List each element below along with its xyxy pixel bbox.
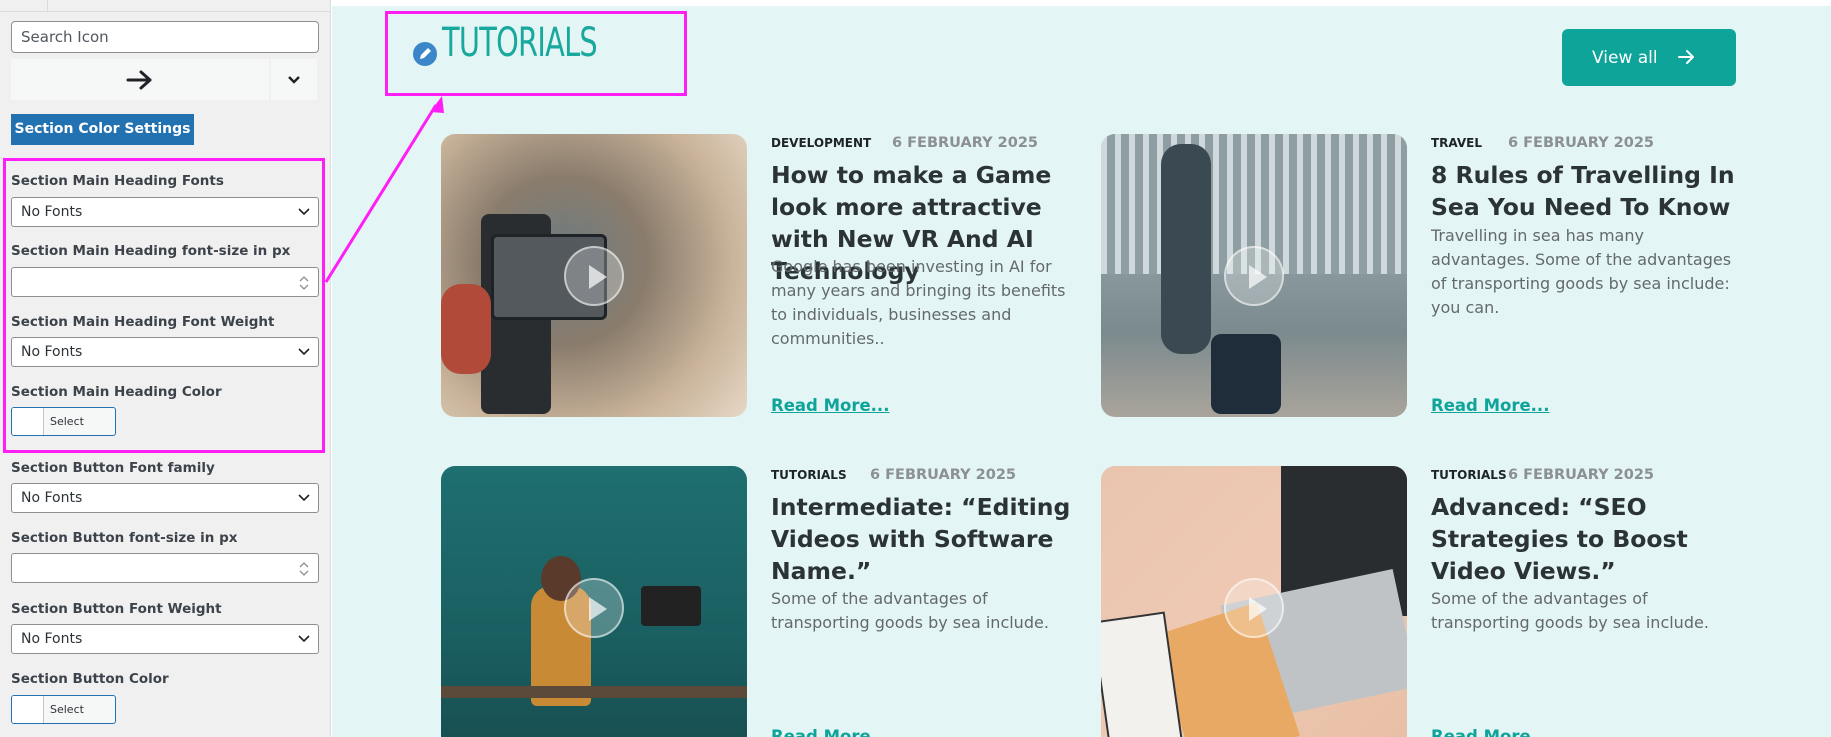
card-title[interactable]: Advanced: “SEO Strategies to Boost Video… — [1431, 491, 1741, 587]
card-image[interactable] — [441, 134, 747, 417]
selected-icon-preview[interactable] — [11, 59, 269, 100]
card-title[interactable]: 8 Rules of Travelling In Sea You Need To… — [1431, 159, 1741, 223]
section-heading: TUTORIALS — [442, 20, 598, 66]
view-all-label: View all — [1592, 47, 1658, 68]
card-excerpt: Some of the advantages of transporting g… — [771, 589, 1049, 632]
color-swatch — [12, 696, 44, 723]
button-font-family-label: Section Button Font family — [11, 460, 215, 476]
heading-font-size-label: Section Main Heading font-size in px — [11, 243, 291, 259]
button-font-size-label: Section Button font-size in px — [11, 530, 238, 546]
heading-color-picker[interactable]: Select Color — [11, 407, 116, 436]
card-category[interactable]: TUTORIALS — [1431, 468, 1507, 482]
play-icon[interactable] — [1224, 578, 1284, 638]
section-color-settings-button[interactable]: Section Color Settings — [11, 114, 194, 145]
chevron-down-icon — [288, 75, 300, 84]
chevron-down-icon — [298, 208, 310, 216]
card-date: 6 FEBRUARY 2025 — [870, 467, 1016, 483]
view-all-button[interactable]: View all — [1562, 29, 1736, 86]
card-date: 6 FEBRUARY 2025 — [1508, 467, 1654, 483]
select-color-label: Select Color — [50, 703, 84, 716]
heading-font-weight-select[interactable]: No Fonts — [11, 337, 319, 367]
preview-top-strip — [332, 0, 1831, 6]
card-title[interactable]: Intermediate: “Editing Videos with Softw… — [771, 491, 1081, 587]
heading-color-label: Section Main Heading Color — [11, 384, 222, 400]
card-image[interactable] — [1101, 466, 1407, 737]
heading-fonts-select[interactable]: No Fonts — [11, 197, 319, 227]
button-color-label: Section Button Color — [11, 671, 169, 687]
arrow-right-icon — [126, 70, 152, 89]
chevron-down-icon — [298, 494, 310, 502]
read-more-link[interactable]: Read More... — [771, 396, 889, 415]
card-excerpt: Travelling in sea has many advantages. S… — [1431, 226, 1732, 317]
pencil-icon — [411, 40, 439, 68]
heading-font-weight-label: Section Main Heading Font Weight — [11, 314, 275, 330]
heading-font-weight-value: No Fonts — [21, 344, 83, 360]
spinner-icon[interactable] — [298, 561, 310, 577]
button-font-weight-label: Section Button Font Weight — [11, 601, 222, 617]
card-image[interactable] — [1101, 134, 1407, 417]
card-date: 6 FEBRUARY 2025 — [892, 135, 1038, 151]
select-color-label: Select Color — [50, 415, 84, 428]
play-icon[interactable] — [1224, 246, 1284, 306]
section-preview: TUTORIALS View all DEVELOPMENT 6 FEBRUAR… — [332, 0, 1831, 737]
play-icon[interactable] — [564, 578, 624, 638]
chevron-down-icon — [298, 348, 310, 356]
heading-fonts-label: Section Main Heading Fonts — [11, 173, 224, 189]
button-font-family-value: No Fonts — [21, 490, 83, 506]
card-category[interactable]: TUTORIALS — [771, 468, 847, 482]
icon-picker-toggle[interactable] — [271, 59, 317, 100]
card-image[interactable] — [441, 466, 747, 737]
heading-fonts-value: No Fonts — [21, 204, 83, 220]
arrow-right-icon — [1678, 50, 1694, 64]
button-font-weight-select[interactable]: No Fonts — [11, 624, 319, 654]
chevron-down-icon — [298, 635, 310, 643]
read-more-link[interactable]: Read More... — [1431, 396, 1549, 415]
spinner-icon[interactable] — [298, 275, 310, 291]
read-more-link[interactable]: Read More... — [1431, 727, 1549, 737]
button-font-size-input[interactable] — [11, 553, 319, 583]
button-color-picker[interactable]: Select Color — [11, 695, 116, 724]
sidebar-top-bar — [0, 0, 331, 12]
card-category[interactable]: DEVELOPMENT — [771, 136, 871, 150]
card-excerpt: Some of the advantages of transporting g… — [1431, 589, 1709, 632]
search-icon-input[interactable] — [11, 21, 319, 53]
button-font-family-select[interactable]: No Fonts — [11, 483, 319, 513]
heading-font-size-input[interactable] — [11, 267, 319, 297]
read-more-link[interactable]: Read More... — [771, 727, 889, 737]
card-excerpt: Google has been investing in AI for many… — [771, 257, 1066, 348]
color-swatch — [12, 408, 44, 435]
card-date: 6 FEBRUARY 2025 — [1508, 135, 1654, 151]
button-font-weight-value: No Fonts — [21, 631, 83, 647]
play-icon[interactable] — [564, 246, 624, 306]
customizer-sidebar: Section Color Settings Section Main Head… — [0, 0, 331, 737]
card-category[interactable]: TRAVEL — [1431, 136, 1482, 150]
